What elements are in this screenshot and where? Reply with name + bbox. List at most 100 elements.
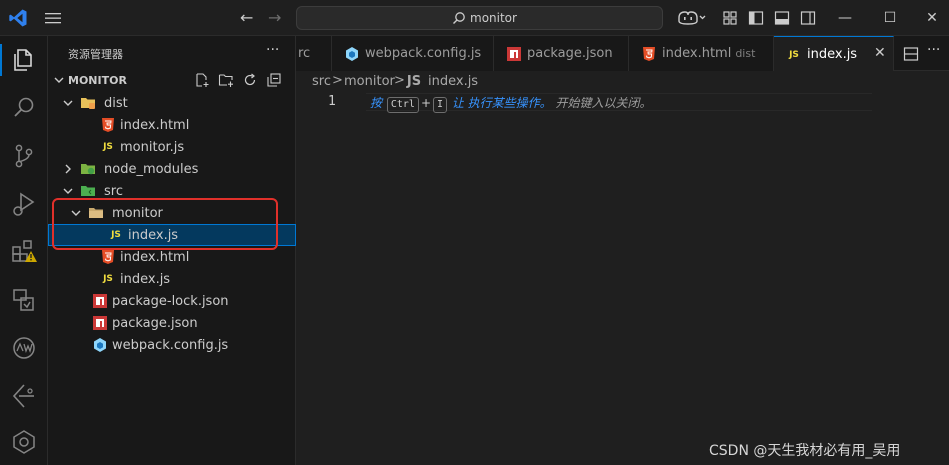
tree-item[interactable]: JS index.js [48,268,296,290]
tree-item[interactable]: index.html [48,114,296,136]
editor-more-button[interactable]: ··· [927,42,943,58]
run-debug-icon[interactable] [10,190,38,218]
javascript-file-icon: JS [111,230,121,240]
tab-rc[interactable]: rc [296,36,332,71]
code-editor[interactable]: 1 按 Ctrl + I 让 执行某些操作。 开始键入以关闭。 [296,93,949,465]
tree-item[interactable]: package-lock.json [48,290,296,312]
active-indicator [0,44,2,76]
explorer-more-button[interactable]: ··· [266,42,279,58]
explorer-sidebar: 资源管理器 ··· MONITOR dist index.html JS mon… [48,36,296,465]
explorer-icon[interactable] [10,46,38,74]
tree-item[interactable]: JS index.js [48,224,296,246]
toggle-panel-icon[interactable] [774,10,790,26]
explorer-actions [194,72,294,90]
remote-explorer-icon[interactable] [10,286,38,314]
breadcrumb-separator: > [332,73,343,88]
breadcrumb: src > monitor > JS index.js [296,71,949,93]
activity-bar [0,36,48,465]
webpack-icon [92,337,108,353]
tree-item[interactable]: src [48,180,296,202]
tab-label: index.js [807,47,858,62]
tree-item-label: index.js [128,228,179,243]
aw-extension-icon[interactable] [10,334,38,362]
toggle-primary-sidebar-icon[interactable] [748,10,764,26]
breadcrumb-item-index-js[interactable]: index.js [428,74,478,89]
maximize-button[interactable]: ☐ [875,6,905,30]
minimize-button[interactable]: — [830,6,860,30]
breadcrumb-separator: > [394,73,405,88]
source-control-icon[interactable] [10,142,38,170]
forward-arrow-icon[interactable]: → [268,8,281,27]
webpack-icon [346,47,358,61]
hamburger-menu-icon[interactable] [44,10,62,26]
customize-layout-icon[interactable] [722,10,738,26]
kbd-i: I [433,97,448,113]
hint-action-link[interactable]: 让 执行某些操作。 [452,96,552,110]
editor-tab-bar: rc webpack.config.js package.json index.… [296,36,949,71]
vscode-logo-icon [9,9,27,27]
tree-item[interactable]: JS monitor.js [48,136,296,158]
npm-icon [92,315,108,331]
folder-src-icon [80,183,96,199]
tab-index-js[interactable]: JS index.js ✕ [774,36,894,71]
folder-node-icon [80,161,96,177]
extensions-icon[interactable] [10,238,38,266]
tree-item-label: webpack.config.js [112,338,229,353]
tree-item[interactable]: package.json [48,312,296,334]
tab-description: dist [735,47,756,60]
chevron-right-icon[interactable] [61,162,75,176]
back-arrow-icon[interactable]: ← [240,8,253,27]
javascript-file-icon: JS [789,50,799,60]
javascript-file-icon: JS [103,142,113,152]
settings-extension-icon[interactable] [10,428,38,456]
html5-icon [100,117,116,133]
new-folder-icon[interactable] [218,72,234,88]
line-number: 1 [328,94,336,109]
refresh-icon[interactable] [242,72,258,88]
workspace-section-header[interactable]: MONITOR [48,70,296,92]
breadcrumb-item-monitor[interactable]: monitor [344,74,395,89]
tab-index-html-dist[interactable]: index.html dist [629,36,774,71]
tree-item[interactable]: monitor [48,202,296,224]
new-file-icon[interactable] [194,72,210,88]
search-text: monitor [470,11,517,25]
breadcrumb-item-src[interactable]: src [312,74,331,89]
tree-item[interactable]: node_modules [48,158,296,180]
tab-label: package.json [527,46,613,61]
search-view-icon[interactable] [10,94,38,122]
tree-item-label: monitor.js [120,140,185,155]
folder-open-icon [88,205,104,221]
gitlens-icon[interactable] [10,382,38,410]
toggle-secondary-sidebar-icon[interactable] [800,10,816,26]
collapse-all-icon[interactable] [266,72,282,88]
tab-package-json[interactable]: package.json [494,36,629,71]
tree-item[interactable]: index.html [48,246,296,268]
tree-item-label: index.js [120,272,171,287]
workspace-title: MONITOR [68,74,127,87]
explorer-title: 资源管理器 [68,48,123,61]
editor-empty-hint: 按 Ctrl + I 让 执行某些操作。 开始键入以关闭。 [370,94,652,113]
html5-icon [100,249,116,265]
tree-item-label: index.html [120,118,190,133]
kbd-ctrl: Ctrl [386,97,419,113]
tab-label: rc [298,46,311,61]
tree-item-label: package.json [112,316,198,331]
tree-item[interactable]: webpack.config.js [48,334,296,356]
javascript-file-icon: JS [406,74,422,89]
chevron-down-icon[interactable] [61,96,75,110]
tree-item-label: node_modules [104,162,199,177]
copilot-icon[interactable] [676,9,706,27]
search-icon [453,12,465,24]
html5-icon [643,47,655,61]
close-window-button[interactable]: ✕ [917,6,947,30]
split-editor-icon[interactable] [903,46,919,62]
csdn-watermark: CSDN @天生我材必有用_吴用 [709,443,901,459]
chevron-down-icon[interactable] [69,206,83,220]
tree-item-label: monitor [112,206,163,221]
chevron-down-icon[interactable] [61,184,75,198]
command-center-search[interactable]: monitor [296,6,663,30]
tab-webpack-config[interactable]: webpack.config.js [332,36,494,71]
close-tab-icon[interactable]: ✕ [874,45,886,61]
npm-icon [92,293,108,309]
tree-item[interactable]: dist [48,92,296,114]
